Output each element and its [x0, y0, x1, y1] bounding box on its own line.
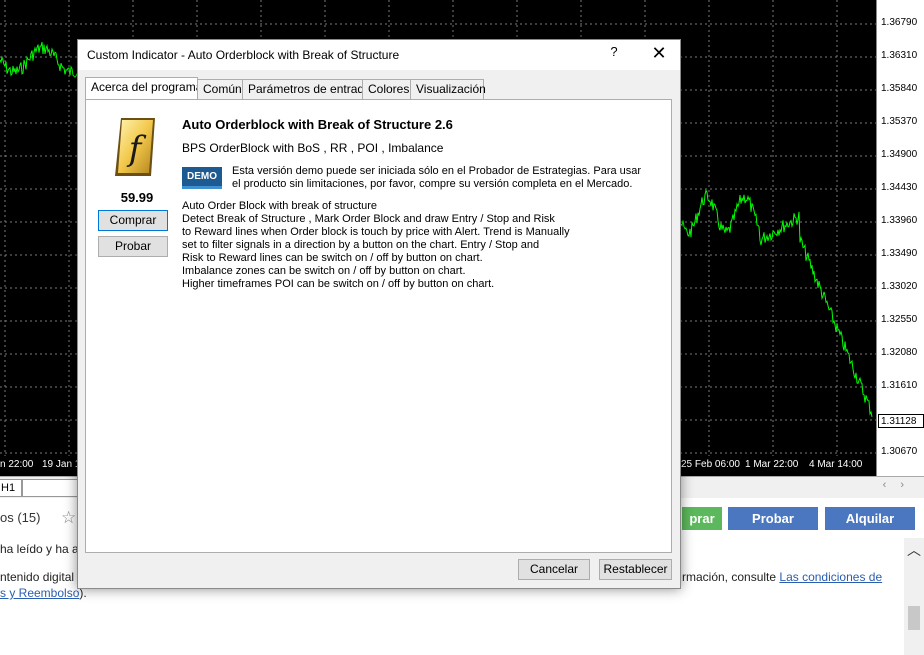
cancel-button[interactable]: Cancelar [518, 559, 590, 580]
demo-notice: Esta versión demo puede ser iniciada sól… [232, 165, 642, 190]
scrollbar-thumb[interactable] [908, 606, 920, 630]
price-tick: 1.31610 [881, 380, 918, 391]
chart-tab-h1[interactable]: H1 [0, 479, 22, 497]
price-tick: 1.32550 [881, 314, 918, 325]
dialog-titlebar[interactable]: Custom Indicator - Auto Orderblock with … [78, 40, 680, 70]
tab-visualization[interactable]: Visualización [410, 79, 486, 99]
about-tab-panel: f 59.99 Comprar Probar Auto Orderblock w… [85, 99, 672, 553]
time-tick: 25 Feb 06:00 [681, 459, 740, 470]
time-tick: n 22:00 [0, 459, 34, 470]
price-tick: 1.35370 [881, 116, 918, 127]
description-line: Imbalance zones can be switch on / off b… [182, 265, 466, 277]
terms-text-1: ha leído y ha a [0, 542, 79, 556]
help-button[interactable]: ? [606, 44, 622, 64]
dialog-title: Custom Indicator - Auto Orderblock with … [87, 48, 400, 62]
price-tick: 1.35840 [881, 83, 918, 94]
price-tick: 1.30670 [881, 446, 918, 457]
price-tick: 1.33960 [881, 215, 918, 226]
tab-common[interactable]: Común [197, 79, 243, 99]
chevron-up-icon[interactable]: ︿ [907, 540, 921, 560]
time-tick: 4 Mar 14:00 [809, 459, 863, 470]
time-tick: 1 Mar 22:00 [745, 459, 799, 470]
price-scale[interactable]: 1.36790 1.36310 1.35840 1.35370 1.34900 … [876, 0, 924, 476]
price-tick: 1.33490 [881, 248, 918, 259]
market-rent-button[interactable]: Alquilar [825, 507, 915, 530]
description-line: set to filter signals in a direction by … [182, 239, 540, 251]
tab-about[interactable]: Acerca del programa [85, 77, 202, 99]
description-line: Auto Order Block with break of structure [182, 200, 378, 212]
price-tick: 1.34430 [881, 182, 918, 193]
time-tick: 19 Jan 1 [42, 459, 81, 470]
product-price: 59.99 [120, 190, 154, 205]
price-tick: 1.32080 [881, 347, 918, 358]
price-tick: 1.34900 [881, 149, 918, 160]
price-line-right [680, 189, 873, 418]
tab-input-parameters[interactable]: Parámetros de entrada [242, 79, 371, 99]
tab-colors[interactable]: Colores [362, 79, 411, 99]
refund-policy-link[interactable]: s y Reembolso [0, 586, 79, 600]
terms-text-3-plain: rmación, consulte [682, 570, 780, 584]
product-logo-graphic: f [115, 118, 155, 176]
try-button[interactable]: Probar [98, 236, 168, 257]
description-line: Detect Break of Structure , Mark Order B… [182, 213, 555, 225]
description-line: to Reward lines when Order block is touc… [182, 226, 570, 238]
description-line: Higher timeframes POI can be switch on /… [182, 278, 495, 290]
product-name: Auto Orderblock with Break of Structure … [182, 117, 453, 132]
market-buy-button[interactable]: prar [682, 507, 722, 530]
price-tick: 1.33020 [881, 281, 918, 292]
terms-text-3: rmación, consulte Las condiciones de [682, 570, 882, 584]
close-icon[interactable]: ✕ [650, 43, 668, 65]
terms-conditions-link[interactable]: Las condiciones de [779, 570, 882, 584]
terms-text-4: s y Reembolso). [0, 586, 87, 600]
terms-text-2: ntenido digital [0, 570, 75, 584]
demo-badge: DEMO [182, 167, 222, 189]
reviews-count[interactable]: os (15) [0, 510, 40, 525]
star-outline-icon[interactable]: ☆ [61, 508, 76, 528]
price-line-left [0, 41, 79, 78]
tab-scroll-arrows-icon[interactable]: ‹› [883, 479, 918, 491]
product-subtitle: BPS OrderBlock with BoS , RR , POI , Imb… [182, 141, 444, 155]
mql5-product-logo-icon: f [113, 116, 157, 178]
price-tick: 1.36790 [881, 17, 918, 28]
reset-button[interactable]: Restablecer [599, 559, 672, 580]
page-scrollbar[interactable]: ︿ [904, 538, 924, 655]
custom-indicator-dialog: Custom Indicator - Auto Orderblock with … [77, 39, 681, 589]
market-try-button[interactable]: Probar [728, 507, 818, 530]
price-tick: 1.36310 [881, 50, 918, 61]
current-price-label: 1.31128 [878, 414, 924, 428]
description-line: Risk to Reward lines can be switch on / … [182, 252, 483, 264]
buy-button[interactable]: Comprar [98, 210, 168, 231]
